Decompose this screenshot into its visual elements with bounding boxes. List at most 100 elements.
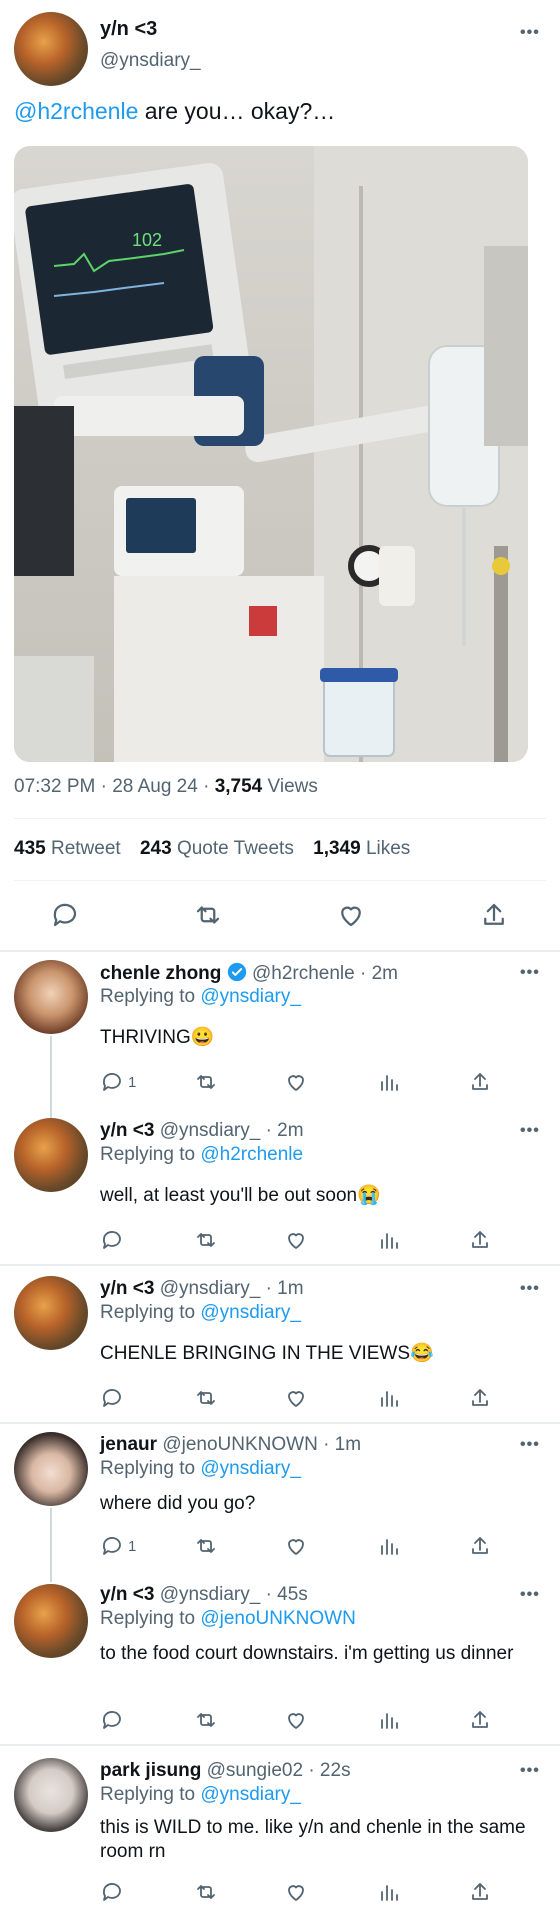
analytics-icon (381, 1075, 398, 1091)
replying-to: Replying to @h2rchenle (100, 1144, 303, 1166)
share-button[interactable] (468, 1534, 492, 1558)
mention-link[interactable]: @h2rchenle (14, 98, 138, 124)
tweet-media-image[interactable]: 102 (14, 146, 528, 762)
reply-icon (102, 1711, 121, 1729)
replying-prefix: Replying to (100, 1458, 201, 1479)
retweet-button[interactable] (194, 1386, 218, 1410)
replying-to-link[interactable]: @ynsdiary_ (200, 1458, 301, 1479)
share-icon (472, 1073, 488, 1090)
handle[interactable]: @ynsdiary_ (100, 50, 201, 72)
reply-text: THRIVING😀 (100, 1027, 215, 1048)
like-button[interactable] (284, 1880, 308, 1904)
like-button[interactable] (284, 1070, 308, 1094)
retweet-icon (197, 1075, 215, 1089)
retweet-button[interactable] (194, 1708, 218, 1732)
more-horizontal-icon[interactable]: ••• (520, 24, 540, 42)
reply-header: y/n <3 @ynsdiary_ · 45s (100, 1584, 308, 1606)
like-button[interactable] (284, 1708, 308, 1732)
display-name[interactable]: jenaur (100, 1434, 157, 1455)
share-button[interactable] (479, 900, 509, 930)
avatar[interactable] (14, 960, 88, 1034)
more-horizontal-icon[interactable]: ••• (520, 964, 540, 982)
display-name[interactable]: park jisung (100, 1760, 201, 1781)
replying-to-link[interactable]: @ynsdiary_ (200, 1302, 301, 1323)
display-name[interactable]: y/n <3 (100, 1584, 154, 1605)
share-button[interactable] (468, 1228, 492, 1252)
analytics-button[interactable] (377, 1534, 401, 1558)
handle-time[interactable]: @h2rchenle · 2m (252, 963, 398, 984)
reply-button[interactable]: 1 (100, 1534, 136, 1558)
timestamp[interactable]: 07:32 PM · 28 Aug 24 · (14, 776, 215, 797)
handle-time[interactable]: @ynsdiary_ · 1m (160, 1278, 304, 1299)
retweet-icon (197, 1713, 215, 1727)
replying-prefix: Replying to (100, 1784, 201, 1805)
quotes-stat[interactable]: 243 Quote Tweets (140, 838, 294, 859)
avatar[interactable] (14, 1432, 88, 1506)
replying-to-link[interactable]: @jenoUNKNOWN (200, 1608, 355, 1629)
display-name[interactable]: y/n <3 (100, 1120, 154, 1141)
avatar[interactable] (14, 12, 88, 86)
heart-icon (341, 906, 361, 927)
share-button[interactable] (468, 1070, 492, 1094)
reply-header: y/n <3 @ynsdiary_ · 2m (100, 1120, 304, 1142)
divider (0, 950, 560, 952)
more-horizontal-icon[interactable]: ••• (520, 1762, 540, 1780)
more-horizontal-icon[interactable]: ••• (520, 1122, 540, 1140)
reply-button[interactable] (100, 1708, 124, 1732)
heart-icon (288, 1233, 304, 1249)
display-name[interactable]: chenle zhong (100, 963, 221, 984)
handle-time[interactable]: @ynsdiary_ · 2m (160, 1120, 304, 1141)
replying-to-link[interactable]: @h2rchenle (200, 1144, 303, 1165)
reply-button[interactable] (100, 1880, 124, 1904)
reply-header: park jisung @sungie02 · 22s (100, 1760, 351, 1782)
reply-button[interactable] (50, 900, 80, 930)
analytics-button[interactable] (377, 1708, 401, 1732)
like-button[interactable] (284, 1534, 308, 1558)
replying-prefix: Replying to (100, 1302, 201, 1323)
share-button[interactable] (468, 1708, 492, 1732)
replying-to-link[interactable]: @ynsdiary_ (200, 1784, 301, 1805)
more-horizontal-icon[interactable]: ••• (520, 1436, 540, 1454)
analytics-button[interactable] (377, 1228, 401, 1252)
share-icon (472, 1389, 488, 1406)
engagement-stats: 435 Retweet 243 Quote Tweets 1,349 Likes (14, 838, 410, 860)
retweets-stat[interactable]: 435 Retweet (14, 838, 121, 859)
display-name[interactable]: y/n <3 (100, 1278, 154, 1299)
analytics-button[interactable] (377, 1386, 401, 1410)
divider (14, 880, 546, 881)
heart-icon (288, 1075, 304, 1091)
retweet-button[interactable] (194, 1534, 218, 1558)
avatar[interactable] (14, 1276, 88, 1350)
retweet-button[interactable] (194, 1070, 218, 1094)
like-button[interactable] (284, 1386, 308, 1410)
retweet-icon (197, 1391, 215, 1405)
handle-time[interactable]: @jenoUNKNOWN · 1m (162, 1434, 361, 1455)
likes-stat[interactable]: 1,349 Likes (313, 838, 410, 859)
retweet-button[interactable] (194, 1880, 218, 1904)
views-count: 3,754 (214, 776, 263, 797)
like-button[interactable] (284, 1228, 308, 1252)
reply-button[interactable] (100, 1228, 124, 1252)
share-button[interactable] (468, 1386, 492, 1410)
more-horizontal-icon[interactable]: ••• (520, 1586, 540, 1604)
avatar[interactable] (14, 1758, 88, 1832)
share-icon (472, 1883, 488, 1900)
display-name[interactable]: y/n <3 (100, 18, 157, 41)
avatar[interactable] (14, 1118, 88, 1192)
handle-time[interactable]: @sungie02 · 22s (207, 1760, 351, 1781)
reply-button[interactable]: 1 (100, 1070, 136, 1094)
more-horizontal-icon[interactable]: ••• (520, 1280, 540, 1298)
retweet-button[interactable] (194, 1228, 218, 1252)
likes-label: Likes (360, 838, 411, 859)
replying-to-link[interactable]: @ynsdiary_ (200, 986, 301, 1007)
reply-text: where did you go? (100, 1493, 256, 1514)
share-icon (472, 1711, 488, 1728)
handle-time[interactable]: @ynsdiary_ · 45s (160, 1584, 308, 1605)
analytics-button[interactable] (377, 1070, 401, 1094)
like-button[interactable] (336, 900, 366, 930)
retweet-button[interactable] (193, 900, 223, 930)
share-button[interactable] (468, 1880, 492, 1904)
avatar[interactable] (14, 1584, 88, 1658)
analytics-button[interactable] (377, 1880, 401, 1904)
reply-button[interactable] (100, 1386, 124, 1410)
